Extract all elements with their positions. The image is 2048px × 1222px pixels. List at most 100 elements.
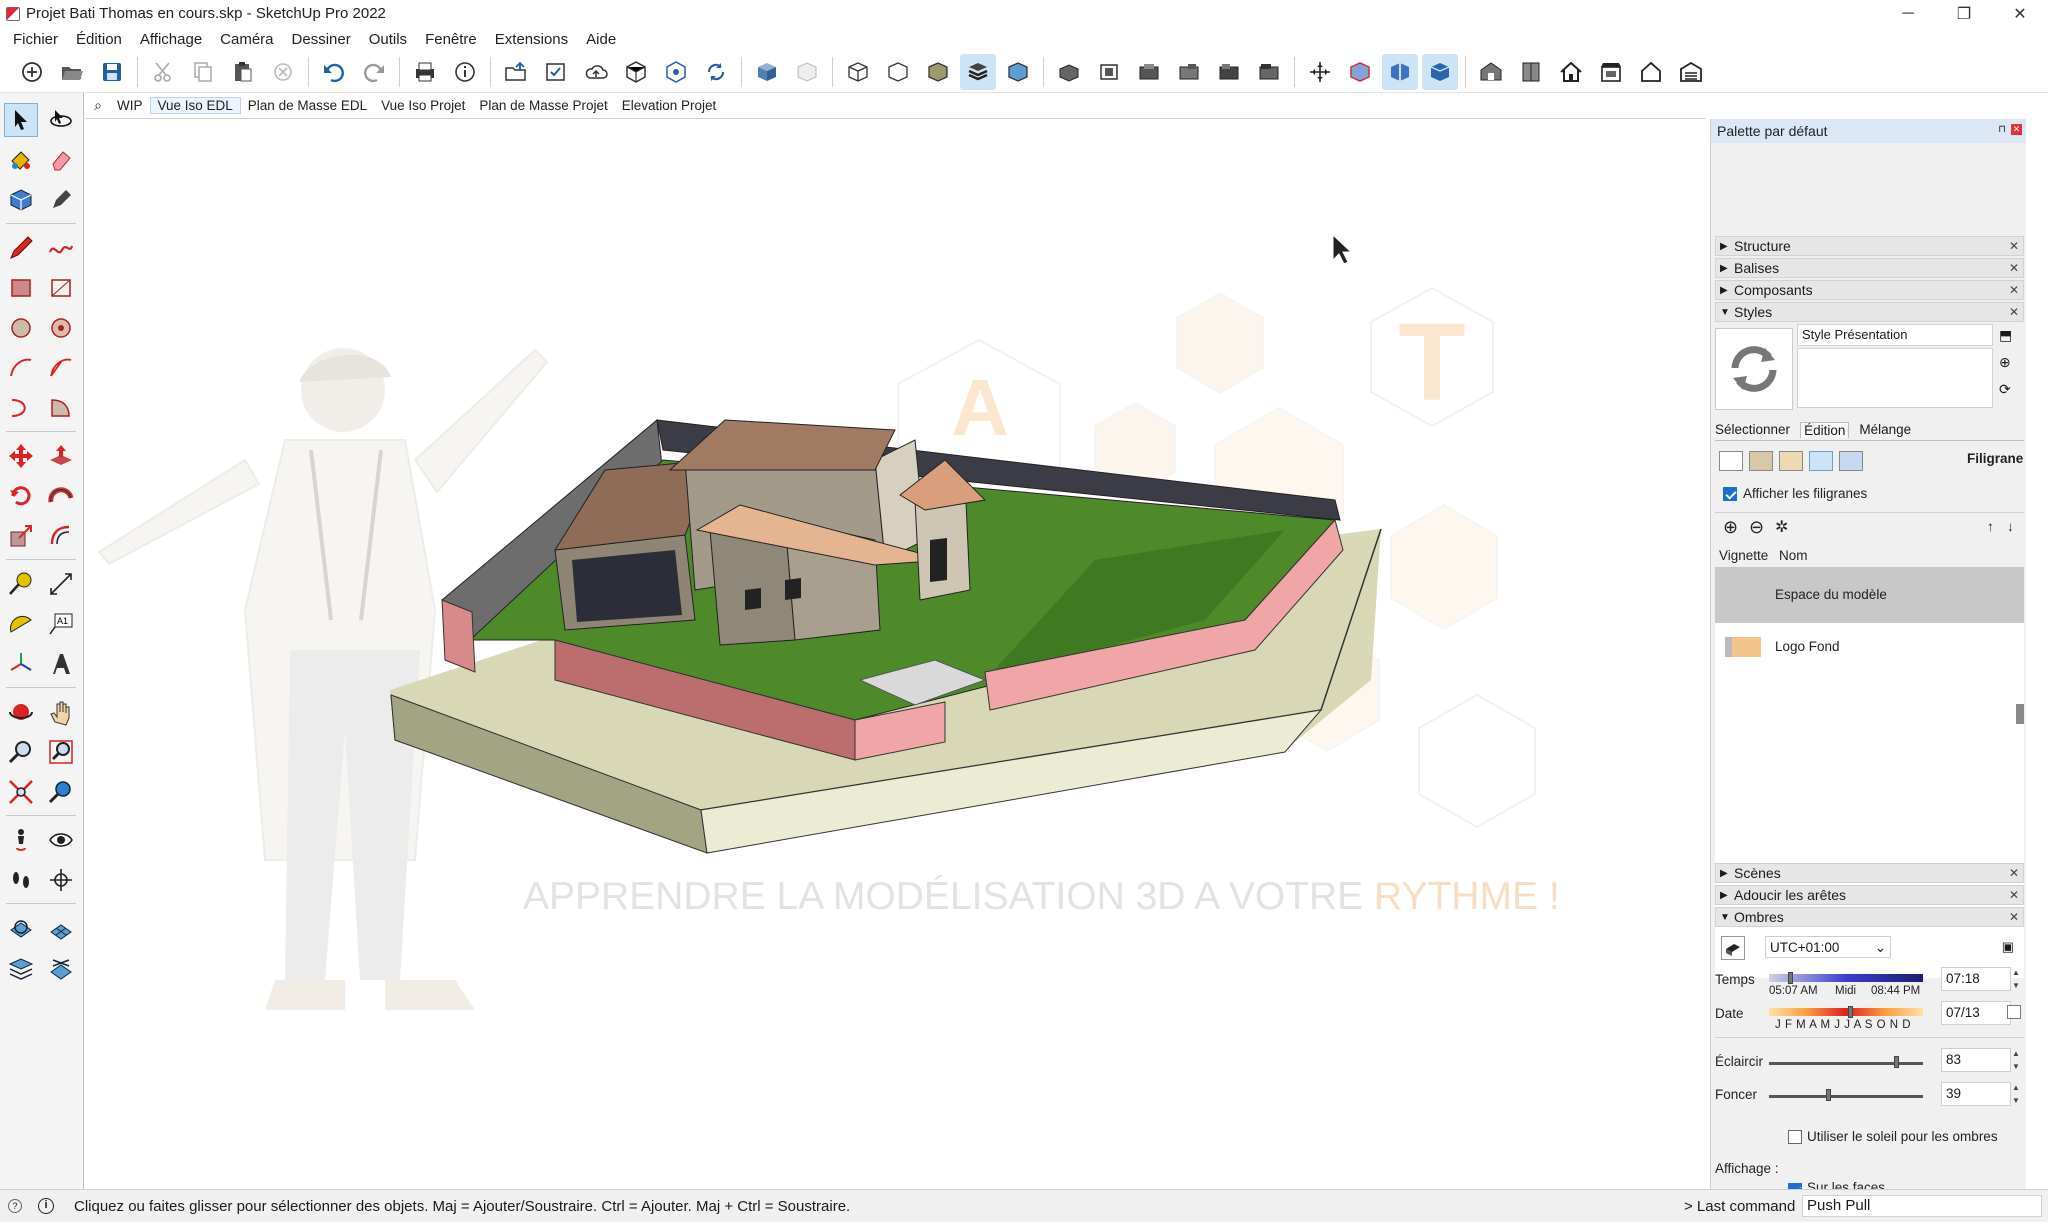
pin-icon[interactable]: ⊓: [1998, 124, 2006, 135]
follow-me-tool[interactable]: [44, 479, 78, 513]
menu-outils[interactable]: Outils: [360, 31, 416, 48]
close-button[interactable]: ✕: [1992, 0, 2048, 27]
watermark-settings-gear-icon[interactable]: ✲: [1775, 517, 1788, 537]
menu-affichage[interactable]: Affichage: [131, 31, 211, 48]
update-style-icon[interactable]: ⬒: [1999, 327, 2012, 344]
light-slider-track[interactable]: [1769, 1062, 1923, 1065]
circle-tool[interactable]: [4, 311, 38, 345]
tape-measure-tool[interactable]: [4, 567, 38, 601]
move-up-icon[interactable]: ↑: [1987, 519, 1994, 534]
date-slider-thumb[interactable]: [1848, 1006, 1854, 1018]
zoom-extents-tool[interactable]: [4, 775, 38, 809]
protractor-tool[interactable]: [4, 607, 38, 641]
style-xray-button[interactable]: [749, 54, 785, 90]
view-left-button[interactable]: [1251, 54, 1287, 90]
shadow-settings-icon[interactable]: ▣: [2002, 939, 2014, 955]
orbit-select-tool[interactable]: [44, 103, 78, 137]
watermark-settings-icon[interactable]: [1809, 451, 1833, 471]
display-section-fill-button[interactable]: [1422, 53, 1458, 90]
geo-location-icon[interactable]: ?: [8, 1199, 22, 1213]
tab-selectionner[interactable]: Sélectionner: [1715, 422, 1790, 438]
menu-extensions[interactable]: Extensions: [486, 31, 577, 48]
push-pull-tool[interactable]: [44, 439, 78, 473]
extension-manager-button[interactable]: [658, 54, 694, 90]
undo-button[interactable]: [316, 54, 352, 90]
stamp-tool[interactable]: [44, 951, 78, 985]
share-button[interactable]: [538, 54, 574, 90]
zoom-window-tool[interactable]: [44, 735, 78, 769]
time-spinner[interactable]: ▲ ▼: [2009, 966, 2023, 992]
previous-view-tool[interactable]: [44, 775, 78, 809]
paste-button[interactable]: [225, 54, 261, 90]
view-front-button[interactable]: [1131, 54, 1167, 90]
dark-spinner[interactable]: ▲ ▼: [2009, 1081, 2023, 1107]
scene-tab-wip[interactable]: WIP: [110, 98, 150, 113]
view-back-button[interactable]: [1211, 54, 1247, 90]
date-slider-track[interactable]: [1769, 1008, 1923, 1016]
style-monochrome-button[interactable]: [1000, 54, 1036, 90]
maximize-button[interactable]: ❐: [1936, 0, 1992, 27]
rotate-tool[interactable]: [4, 479, 38, 513]
store-button[interactable]: [1593, 54, 1629, 90]
create-style-icon[interactable]: ⊕: [1999, 354, 2011, 371]
dark-input[interactable]: 39: [1941, 1082, 2011, 1106]
scene-tab-plan-masse-edl[interactable]: Plan de Masse EDL: [241, 98, 374, 113]
model-info-button[interactable]: [447, 54, 483, 90]
edge-settings-icon[interactable]: [1719, 451, 1743, 471]
date-input[interactable]: 07/13: [1941, 1001, 2011, 1025]
tray-scrollbar-thumb[interactable]: [2016, 704, 2024, 724]
panel-close-icon[interactable]: ✕: [2009, 910, 2019, 924]
panel-close-icon[interactable]: ✕: [2009, 305, 2019, 319]
cut-button[interactable]: [145, 54, 181, 90]
light-spinner[interactable]: ▲ ▼: [2009, 1047, 2023, 1073]
tab-edition[interactable]: Édition: [1800, 422, 1850, 438]
time-input[interactable]: 07:18: [1941, 967, 2011, 991]
menu-edition[interactable]: Édition: [67, 31, 131, 48]
panel-structure[interactable]: ▶ Structure ✕: [1715, 236, 2024, 256]
section-plane-tool[interactable]: [44, 863, 78, 897]
copy-button[interactable]: [185, 54, 221, 90]
scene-tab-vue-iso-edl[interactable]: Vue Iso EDL: [149, 97, 241, 114]
axes-tool[interactable]: [4, 647, 38, 681]
scene-tab-elevation-projet[interactable]: Elevation Projet: [615, 98, 724, 113]
light-slider-thumb[interactable]: [1893, 1056, 1899, 1068]
view-iso-button[interactable]: [1051, 54, 1087, 90]
style-hidden-line-button[interactable]: [880, 54, 916, 90]
section-plane-button[interactable]: [1302, 54, 1338, 90]
sandbox-from-scratch-tool[interactable]: [44, 911, 78, 945]
rectangle-tool[interactable]: [4, 271, 38, 305]
panel-close-icon[interactable]: ✕: [2009, 283, 2019, 297]
menu-aide[interactable]: Aide: [577, 31, 625, 48]
panel-styles[interactable]: ▼ Styles ✕: [1715, 302, 2024, 322]
refresh-style-icon[interactable]: ⟳: [1999, 381, 2011, 398]
3d-text-tool[interactable]: [44, 647, 78, 681]
eraser-tool[interactable]: [44, 143, 78, 177]
home-button[interactable]: [1553, 54, 1589, 90]
display-section-cuts-button[interactable]: [1382, 53, 1418, 90]
print-button[interactable]: [407, 54, 443, 90]
menu-camera[interactable]: Caméra: [211, 31, 282, 48]
position-camera-tool[interactable]: [4, 823, 38, 857]
panel-close-icon[interactable]: ✕: [2009, 239, 2019, 253]
smoove-tool[interactable]: [4, 951, 38, 985]
panel-close-icon[interactable]: ✕: [2009, 261, 2019, 275]
menu-fichier[interactable]: Fichier: [4, 31, 67, 48]
search-scenes-icon[interactable]: ⌕: [86, 97, 110, 114]
timezone-select[interactable]: UTC+01:00 ⌄: [1765, 936, 1891, 958]
panel-scenes[interactable]: ▶ Scènes ✕: [1715, 863, 2024, 883]
line-tool[interactable]: [4, 231, 38, 265]
modeling-settings-icon[interactable]: [1839, 451, 1863, 471]
redo-button[interactable]: [356, 54, 392, 90]
shadow-toggle-icon[interactable]: [1721, 936, 1745, 960]
make-component-tool[interactable]: [4, 183, 38, 217]
menu-dessiner[interactable]: Dessiner: [283, 31, 360, 48]
model-viewport[interactable]: A T APPRENDRE LA MODÉLISATION 3D A VOTRE…: [85, 120, 1707, 1189]
house-outline-button[interactable]: [1633, 54, 1669, 90]
panel-ombres[interactable]: ▼ Ombres ✕: [1715, 907, 2024, 927]
style-shaded-button[interactable]: [920, 54, 956, 90]
scale-tool[interactable]: [4, 519, 38, 553]
tab-melange[interactable]: Mélange: [1859, 422, 1911, 438]
panel-close-icon[interactable]: ✕: [2009, 866, 2019, 880]
pie-tool[interactable]: [44, 391, 78, 425]
zoom-tool[interactable]: [4, 735, 38, 769]
